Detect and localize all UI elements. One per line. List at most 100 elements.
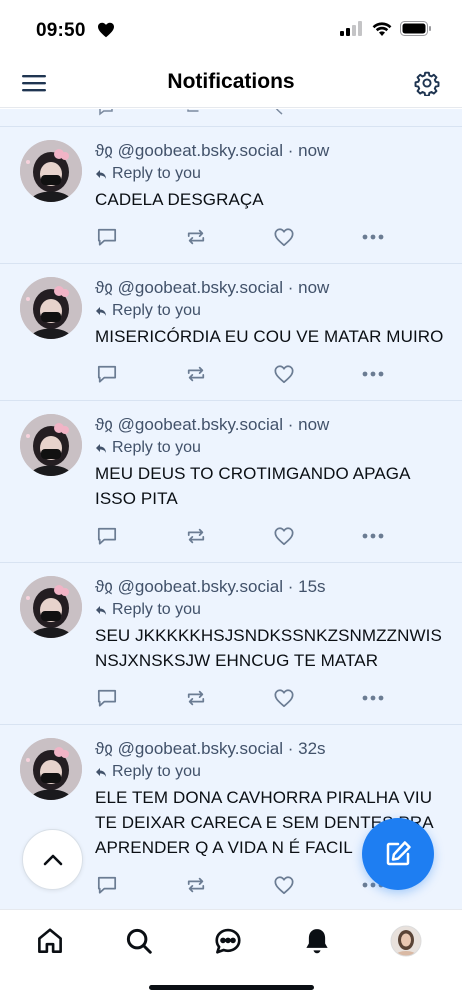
like-button[interactable] (272, 524, 296, 548)
notification-item[interactable]: ϑჲ @goobeat.bsky.social · 15s Reply to y… (0, 563, 462, 725)
notification-header: ϑჲ @goobeat.bsky.social · 32s (95, 739, 326, 758)
status-bar: 09:50 (0, 0, 462, 58)
reply-label: Reply to you (112, 302, 201, 319)
repost-button[interactable] (184, 225, 208, 249)
reply-button[interactable] (95, 686, 119, 710)
post-text: MEU DEUS TO CROTIMGANDO APAGA ISSO PITA (95, 464, 410, 508)
author-handle[interactable]: @goobeat.bsky.social (118, 415, 283, 434)
reply-indicator: Reply to you (95, 300, 448, 322)
signal-icon (340, 21, 362, 36)
display-name[interactable]: ϑჲ (95, 577, 113, 596)
compose-button[interactable] (362, 818, 434, 890)
bottom-nav (0, 909, 462, 1000)
status-time: 09:50 (36, 20, 86, 41)
post-text: MISERICÓRDIA EU COU VE MATAR MUIRO (95, 327, 444, 346)
reply-indicator: Reply to you (95, 761, 448, 783)
timestamp: now (298, 141, 330, 160)
notifications-feed[interactable]: ϑჲ @goobeat.bsky.social · now Reply to y… (0, 109, 462, 909)
page-title: Notifications (167, 70, 295, 93)
like-button[interactable] (272, 362, 296, 386)
reply-button[interactable] (95, 362, 119, 386)
repost-icon (187, 528, 205, 544)
like-button[interactable] (272, 225, 296, 249)
repost-button[interactable] (184, 686, 208, 710)
display-name[interactable]: ϑჲ (95, 415, 113, 434)
reply-button[interactable] (95, 225, 119, 249)
reply-label: Reply to you (112, 439, 201, 456)
timestamp: now (298, 415, 330, 434)
comment-icon (97, 228, 117, 246)
nav-chat[interactable] (211, 924, 245, 958)
comment-icon (97, 876, 117, 894)
reply-indicator: Reply to you (95, 163, 448, 185)
heart-icon (274, 876, 294, 895)
avatar-image (20, 277, 82, 339)
reply-label: Reply to you (112, 601, 201, 618)
reply-indicator: Reply to you (95, 437, 448, 459)
previous-item-remnant (0, 109, 462, 127)
repost-icon (187, 229, 205, 245)
reply-button[interactable] (95, 524, 119, 548)
header-bar: Notifications (0, 58, 462, 108)
notification-item[interactable]: ϑჲ @goobeat.bsky.social · now Reply to y… (0, 401, 462, 563)
nav-home[interactable] (33, 924, 67, 958)
heart-status-icon (98, 22, 114, 38)
more-icon (362, 234, 384, 240)
like-button[interactable] (272, 873, 296, 897)
timestamp: 32s (298, 739, 326, 758)
menu-button[interactable] (20, 70, 48, 96)
more-icon (362, 371, 384, 377)
repost-icon (187, 366, 205, 382)
avatar[interactable] (20, 738, 82, 800)
menu-icon (22, 75, 46, 92)
display-name[interactable]: ϑჲ (95, 739, 113, 758)
heart-icon (274, 527, 294, 546)
repost-icon (187, 877, 205, 893)
reply-arrow-icon (96, 169, 106, 179)
repost-button[interactable] (184, 524, 208, 548)
nav-search[interactable] (122, 924, 156, 958)
reply-arrow-icon (96, 767, 106, 777)
heart-icon (274, 228, 294, 247)
more-icon (362, 533, 384, 539)
more-button[interactable] (361, 524, 385, 548)
like-button[interactable] (272, 686, 296, 710)
display-name[interactable]: ϑჲ (95, 278, 113, 297)
more-button[interactable] (361, 362, 385, 386)
more-button[interactable] (361, 225, 385, 249)
notification-item[interactable]: ϑჲ @goobeat.bsky.social · now Reply to y… (0, 264, 462, 401)
repost-button[interactable] (184, 362, 208, 386)
search-icon (126, 928, 152, 954)
author-handle[interactable]: @goobeat.bsky.social (118, 577, 283, 596)
settings-button[interactable] (414, 70, 440, 97)
wifi-icon (372, 22, 392, 36)
heart-icon (274, 365, 294, 384)
reply-button[interactable] (95, 873, 119, 897)
author-handle[interactable]: @goobeat.bsky.social (118, 141, 283, 160)
nav-profile[interactable] (389, 924, 423, 958)
repost-button[interactable] (184, 873, 208, 897)
avatar-image (20, 414, 82, 476)
reply-label: Reply to you (112, 763, 201, 780)
chevron-up-icon (43, 854, 62, 865)
nav-notifications[interactable] (300, 924, 334, 958)
reply-arrow-icon (96, 605, 106, 615)
timestamp: 15s (298, 577, 326, 596)
author-handle[interactable]: @goobeat.bsky.social (118, 278, 283, 297)
author-handle[interactable]: @goobeat.bsky.social (118, 739, 283, 758)
notification-item[interactable]: ϑჲ @goobeat.bsky.social · now Reply to y… (0, 127, 462, 264)
notification-header: ϑჲ @goobeat.bsky.social · now (95, 278, 330, 297)
avatar[interactable] (20, 576, 82, 638)
avatar[interactable] (20, 140, 82, 202)
reply-arrow-icon (96, 443, 106, 453)
avatar[interactable] (20, 277, 82, 339)
scroll-to-top-button[interactable] (22, 829, 83, 890)
more-button[interactable] (361, 686, 385, 710)
post-actions (95, 524, 448, 550)
repost-icon (187, 109, 199, 112)
display-name[interactable]: ϑჲ (95, 141, 113, 160)
avatar[interactable] (20, 414, 82, 476)
profile-avatar (390, 925, 422, 957)
timestamp: now (298, 278, 330, 297)
comment-icon (97, 527, 117, 545)
